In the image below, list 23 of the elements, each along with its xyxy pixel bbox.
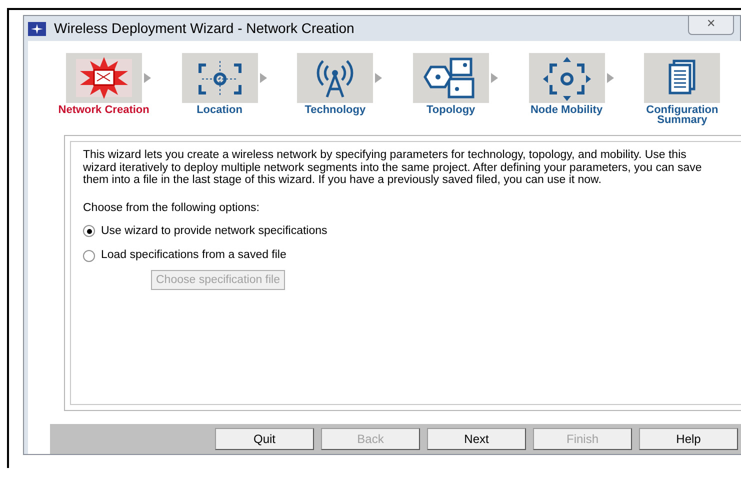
step-tab[interactable]: Technology	[287, 105, 384, 115]
wizard-button[interactable]: Help	[639, 428, 738, 450]
radio-button[interactable]	[83, 225, 95, 238]
wizard-button[interactable]: Quit	[215, 428, 314, 450]
technology-step-icon	[297, 53, 384, 103]
topology-step-icon	[412, 53, 499, 103]
step-tab[interactable]: Location	[172, 105, 268, 115]
window-title: Wireless Deployment Wizard - Network Creation	[54, 19, 354, 38]
mobility-step-icon	[528, 53, 615, 103]
network-step-icon	[66, 53, 152, 103]
radio-button[interactable]	[83, 250, 95, 262]
step-tab[interactable]: Network Creation	[56, 105, 152, 115]
option-label: Load specifications from a saved file	[101, 248, 286, 263]
app-icon	[28, 22, 46, 36]
intro-text: This wizard lets you create a wireless network by specifying parameters for technology, topology, and mobility. Use this wizard iteratively to deploy multiple network segments into the same project. After defining your parameters, you can save them into a file in the last stage of this wizard. If you have a previously saved filed, you can use it now.	[83, 149, 703, 186]
step-tab[interactable]: Node Mobility	[518, 105, 615, 115]
step-tab[interactable]: Configuration Summary	[634, 105, 730, 125]
wizard-button[interactable]: Next	[427, 428, 526, 450]
close-button[interactable]: ✕	[688, 14, 734, 34]
location-step-icon	[182, 53, 268, 103]
step-tab[interactable]: Topology	[402, 105, 499, 115]
option-label: Use wizard to provide network specifications	[101, 224, 328, 239]
options-label: Choose from the following options:	[83, 200, 260, 216]
